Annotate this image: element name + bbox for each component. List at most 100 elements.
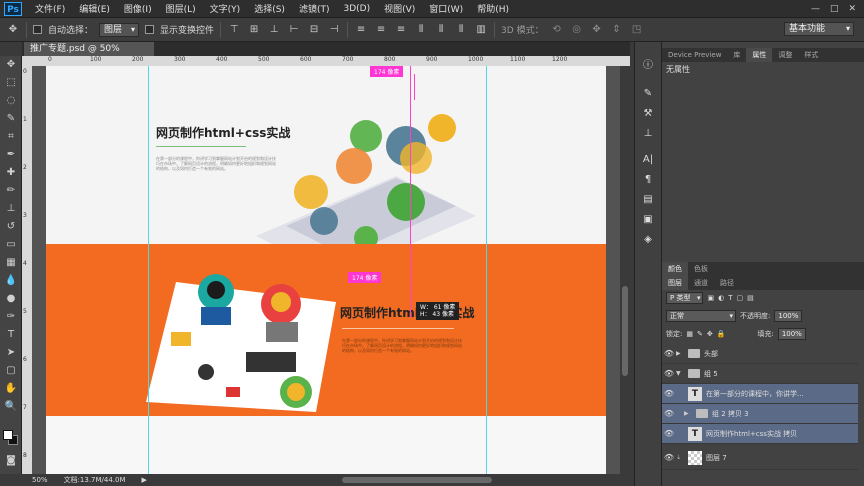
- document-tab[interactable]: 推广专题.psd @ 50%(RGB/8) *: [24, 42, 154, 68]
- menu-image[interactable]: 图像(I): [117, 2, 159, 15]
- vertical-scrollbar[interactable]: [620, 66, 630, 474]
- horizontal-scroll-thumb[interactable]: [342, 477, 492, 483]
- visibility-eye-icon[interactable]: 👁: [662, 349, 676, 358]
- tool-presets-icon[interactable]: ⚒: [635, 104, 661, 124]
- blur-tool-icon[interactable]: 💧: [0, 272, 22, 290]
- visibility-eye-icon[interactable]: 👁: [662, 409, 676, 418]
- status-menu-arrow-icon[interactable]: ▶: [142, 476, 147, 484]
- show-transform-checkbox[interactable]: [145, 25, 155, 34]
- info-icon[interactable]: ⓘ: [635, 56, 661, 76]
- 3d-slide-icon[interactable]: ⇕: [610, 23, 624, 37]
- auto-align-icon[interactable]: ▥: [474, 23, 488, 37]
- menu-layer[interactable]: 图层(L): [159, 2, 203, 15]
- quick-select-tool-icon[interactable]: ✎: [0, 110, 22, 128]
- tab-device-preview[interactable]: Device Preview: [662, 48, 727, 62]
- filter-pixel-icon[interactable]: ▣: [707, 294, 714, 302]
- layer-row[interactable]: 👁 ⇣ 图层 7: [662, 446, 858, 470]
- opacity-input[interactable]: 100%: [774, 310, 803, 322]
- lock-pixels-icon[interactable]: ✎: [697, 330, 703, 338]
- glyphs-panel-icon[interactable]: ▤: [635, 190, 661, 210]
- move-tool-icon[interactable]: ✥: [6, 23, 20, 37]
- shape-tool-icon[interactable]: ▢: [0, 362, 22, 380]
- layer-row[interactable]: 👁 T 网页制作html+css实战 拷贝: [662, 424, 858, 444]
- workspace-dropdown[interactable]: 基本功能: [784, 22, 854, 36]
- lasso-tool-icon[interactable]: ◌: [0, 92, 22, 110]
- document-size[interactable]: 文档:13.7M/44.0M: [64, 475, 126, 485]
- align-left-icon[interactable]: ⊢: [287, 23, 301, 37]
- section2-body-text[interactable]: 在第一部分的课程中，你讲学习到掌握网站计划开启的规划和设计技巧在市场中，了解网页…: [342, 338, 462, 353]
- hand-tool-icon[interactable]: ✋: [0, 380, 22, 398]
- ruler-vertical[interactable]: 0 1 2 3 4 5 6 7 8: [22, 56, 32, 474]
- minimize-button[interactable]: —: [811, 4, 820, 14]
- align-hcenter-icon[interactable]: ⊟: [307, 23, 321, 37]
- 3d-scale-icon[interactable]: ◳: [630, 23, 644, 37]
- brush-panel-icon[interactable]: ✎: [635, 84, 661, 104]
- history-brush-icon[interactable]: ↺: [0, 218, 22, 236]
- ruler-horizontal[interactable]: 0 100 200 300 400 500 600 700 800 900 10…: [32, 56, 630, 66]
- distribute-right-icon[interactable]: ⦀: [454, 23, 468, 37]
- tab-paths[interactable]: 路径: [714, 276, 740, 290]
- tab-swatches[interactable]: 色板: [688, 262, 714, 276]
- visibility-eye-icon[interactable]: 👁: [662, 453, 676, 462]
- layer-comps-icon[interactable]: ▣: [635, 210, 661, 230]
- layer-row[interactable]: 👁 ▶ 组 2 拷贝 3: [662, 404, 858, 424]
- close-button[interactable]: ✕: [848, 4, 856, 14]
- layer-kind-filter[interactable]: P 类型: [666, 292, 704, 304]
- guide-line-left[interactable]: [148, 66, 149, 474]
- document-canvas[interactable]: 网页制作html+css实战 在第一部分的课程中，你讲学习到掌握网站计划开启的规…: [46, 66, 606, 474]
- paragraph-panel-icon[interactable]: ¶: [635, 170, 661, 190]
- 3d-roll-icon[interactable]: ◎: [570, 23, 584, 37]
- menu-select[interactable]: 选择(S): [247, 2, 292, 15]
- filter-smart-icon[interactable]: ▤: [747, 294, 754, 302]
- visibility-eye-icon[interactable]: 👁: [662, 429, 676, 438]
- 3d-panel-icon[interactable]: ◈: [635, 230, 661, 250]
- filter-type-icon[interactable]: T: [728, 294, 732, 302]
- vertical-scroll-thumb[interactable]: [622, 286, 628, 376]
- section1-body-text[interactable]: 在第一部分的课程中，你讲学习到掌握网站计划开启的规划和设计技巧在市场中，了解网页…: [156, 156, 276, 171]
- marquee-tool-icon[interactable]: ⬚: [0, 74, 22, 92]
- distribute-left-icon[interactable]: ⦀: [414, 23, 428, 37]
- clone-source-icon[interactable]: ⊥: [635, 124, 661, 144]
- filter-shape-icon[interactable]: ▢: [736, 294, 743, 302]
- pen-tool-icon[interactable]: ✑: [0, 308, 22, 326]
- expand-arrow-icon[interactable]: ▶: [676, 350, 684, 357]
- tab-adjustments[interactable]: 调整: [772, 48, 798, 62]
- auto-select-checkbox[interactable]: [33, 25, 42, 34]
- menu-help[interactable]: 帮助(H): [470, 2, 516, 15]
- maximize-button[interactable]: □: [830, 4, 839, 14]
- healing-brush-icon[interactable]: ✚: [0, 164, 22, 182]
- crop-tool-icon[interactable]: ⌗: [0, 128, 22, 146]
- align-vcenter-icon[interactable]: ⊞: [247, 23, 261, 37]
- menu-type[interactable]: 文字(Y): [203, 2, 248, 15]
- dodge-tool-icon[interactable]: ●: [0, 290, 22, 308]
- menu-view[interactable]: 视图(V): [377, 2, 422, 15]
- align-top-icon[interactable]: ⊤: [227, 23, 241, 37]
- quick-mask-icon[interactable]: ◙: [0, 452, 22, 470]
- type-tool-icon[interactable]: T: [0, 326, 22, 344]
- tab-color[interactable]: 颜色: [662, 262, 688, 276]
- layer-row[interactable]: 👁 T 在第一部分的课程中，你讲学...: [662, 384, 858, 404]
- pasteboard[interactable]: 网页制作html+css实战 在第一部分的课程中，你讲学习到掌握网站计划开启的规…: [32, 66, 620, 474]
- distribute-hcenter-icon[interactable]: ⦀: [434, 23, 448, 37]
- move-tool-icon[interactable]: ✥: [0, 56, 22, 74]
- zoom-tool-icon[interactable]: 🔍: [0, 398, 22, 416]
- brush-tool-icon[interactable]: ✏: [0, 182, 22, 200]
- tab-channels[interactable]: 通道: [688, 276, 714, 290]
- auto-select-dropdown[interactable]: 图层: [99, 22, 140, 37]
- menu-file[interactable]: 文件(F): [28, 2, 72, 15]
- eraser-tool-icon[interactable]: ▭: [0, 236, 22, 254]
- section1-headline[interactable]: 网页制作html+css实战: [156, 124, 290, 141]
- clone-stamp-icon[interactable]: ⊥: [0, 200, 22, 218]
- visibility-eye-icon[interactable]: 👁: [662, 369, 676, 378]
- character-panel-icon[interactable]: A|: [635, 150, 661, 170]
- collapse-arrow-icon[interactable]: ▼: [676, 370, 684, 377]
- guide-line-right[interactable]: [486, 66, 487, 474]
- fill-input[interactable]: 100%: [777, 328, 806, 340]
- distribute-top-icon[interactable]: ≡: [354, 23, 368, 37]
- align-bottom-icon[interactable]: ⊥: [267, 23, 281, 37]
- lock-all-icon[interactable]: 🔒: [717, 330, 726, 338]
- filter-adjust-icon[interactable]: ◐: [718, 294, 724, 302]
- tab-properties[interactable]: 属性: [746, 48, 773, 62]
- layer-row[interactable]: 👁 ▶ 头部: [662, 344, 858, 364]
- menu-filter[interactable]: 滤镜(T): [292, 2, 337, 15]
